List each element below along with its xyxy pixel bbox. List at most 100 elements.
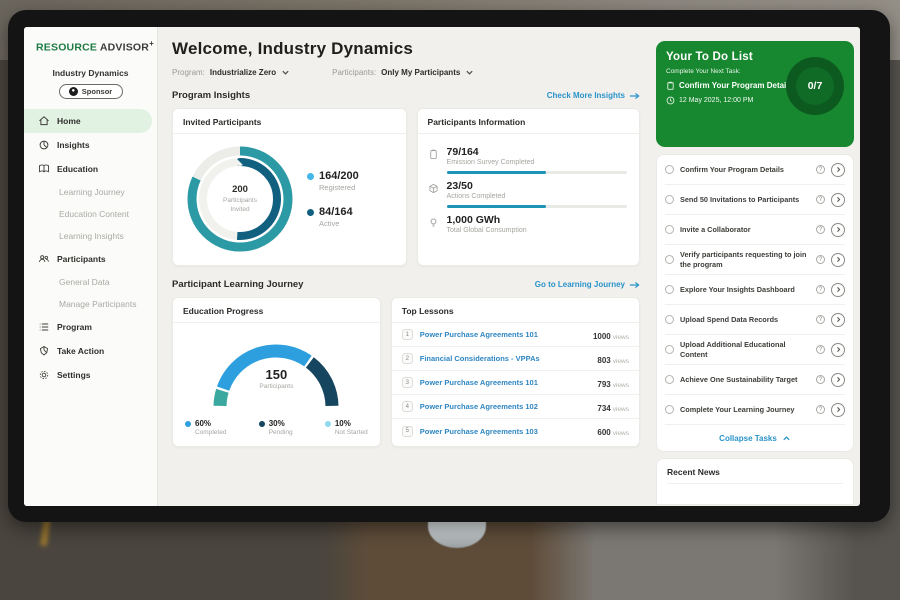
task-checkbox[interactable]: [665, 375, 674, 384]
take-action-icon: [38, 345, 50, 357]
sidebar-item-settings[interactable]: Settings: [24, 363, 157, 387]
settings-icon: [38, 369, 50, 381]
collapse-tasks-link[interactable]: Collapse Tasks: [665, 425, 845, 451]
go-to-learning-journey-link[interactable]: Go to Learning Journey: [535, 280, 640, 289]
info-icon[interactable]: ?: [816, 315, 825, 324]
gauge-center-value: 150: [196, 367, 356, 382]
sidebar-item-take-action[interactable]: Take Action: [24, 339, 157, 363]
task-checkbox[interactable]: [665, 315, 674, 324]
stat-box: 23/50Actions Completed: [428, 180, 627, 208]
lesson-title-link[interactable]: Financial Considerations - VPPAs: [420, 354, 591, 363]
completed-dot: [185, 421, 191, 427]
task-chevron-button[interactable]: [831, 403, 845, 417]
chevron-right-icon: [835, 406, 842, 413]
info-icon[interactable]: ?: [816, 195, 825, 204]
lesson-row[interactable]: 4Power Purchase Agreements 102734views: [392, 395, 639, 419]
participants-dropdown[interactable]: Participants: Only My Participants: [332, 68, 474, 77]
learning-journey-title: Participant Learning Journey: [172, 279, 303, 290]
active-value: 84/164: [319, 206, 353, 218]
task-checkbox[interactable]: [665, 195, 674, 204]
lesson-views: 734views: [597, 398, 629, 416]
info-icon[interactable]: ?: [816, 375, 825, 384]
lesson-title-link[interactable]: Power Purchase Agreements 102: [420, 402, 591, 411]
sidebar-item-label: Manage Participants: [59, 299, 137, 309]
sidebar-item-label: Program: [57, 322, 92, 332]
sidebar-item-learning-journey[interactable]: Learning Journey: [24, 181, 157, 203]
info-icon[interactable]: ?: [816, 345, 825, 354]
sidebar-item-education-content[interactable]: Education Content: [24, 203, 157, 225]
app-logo[interactable]: RESOURCE ADVISOR+: [24, 35, 157, 56]
task-row-explore-your-insights-dashboar[interactable]: Explore Your Insights Dashboard?: [665, 275, 845, 305]
check-more-insights-link[interactable]: Check More Insights: [547, 91, 640, 100]
sidebar-item-program[interactable]: Program: [24, 315, 157, 339]
lesson-views-label: views: [613, 406, 629, 413]
task-row-achieve-one-sustainability-tar[interactable]: Achieve One Sustainability Target?: [665, 365, 845, 395]
sidebar-item-label: Home: [57, 116, 81, 126]
info-icon[interactable]: ?: [816, 165, 825, 174]
info-icon[interactable]: ?: [816, 285, 825, 294]
chevron-right-icon: [835, 376, 842, 383]
info-icon[interactable]: ?: [816, 225, 825, 234]
chevron-right-icon: [835, 196, 842, 203]
task-row-complete-your-learning-journey[interactable]: Complete Your Learning Journey?: [665, 395, 845, 425]
recent-news-card: Recent News: [656, 458, 854, 505]
task-chevron-button[interactable]: [831, 373, 845, 387]
not-started-dot: [325, 421, 331, 427]
invited-legend: 164/200 Registered 84/164 Active: [307, 170, 359, 228]
lesson-row[interactable]: 2Financial Considerations - VPPAs803view…: [392, 347, 639, 371]
program-insights-title: Program Insights: [172, 90, 250, 101]
sidebar-item-manage-participants[interactable]: Manage Participants: [24, 293, 157, 315]
lesson-row[interactable]: 3Power Purchase Agreements 101793views: [392, 371, 639, 395]
invited-participants-card: Invited Participants 200 Participants In…: [172, 108, 407, 266]
sidebar-item-education[interactable]: Education: [24, 157, 157, 181]
lesson-title-link[interactable]: Power Purchase Agreements 103: [420, 427, 591, 436]
task-checkbox[interactable]: [665, 345, 674, 354]
donut-center-value: 200: [232, 184, 248, 195]
lesson-rank: 3: [402, 377, 413, 388]
task-row-upload-spend-data-records[interactable]: Upload Spend Data Records?: [665, 305, 845, 335]
sponsor-icon: ●: [69, 87, 78, 96]
gauge-center-label: Participants: [196, 383, 356, 390]
task-checkbox[interactable]: [665, 225, 674, 234]
task-chevron-button[interactable]: [831, 343, 845, 357]
task-row-upload-additional-educational-[interactable]: Upload Additional Educational Content?: [665, 335, 845, 365]
not-started-label: Not Started: [335, 429, 368, 436]
sidebar-item-label: Education: [57, 164, 98, 174]
info-icon[interactable]: ?: [816, 255, 825, 264]
task-chevron-button[interactable]: [831, 253, 845, 267]
task-chevron-button[interactable]: [831, 163, 845, 177]
sidebar-nav: Home Insights Education Learning JourneyEdu…: [24, 109, 157, 387]
task-row-send-50-invitations-to-partici[interactable]: Send 50 Invitations to Participants?: [665, 185, 845, 215]
org-name: Industry Dynamics: [24, 68, 157, 78]
task-row-invite-a-collaborator[interactable]: Invite a Collaborator?: [665, 215, 845, 245]
lesson-title-link[interactable]: Power Purchase Agreements 101: [420, 378, 591, 387]
sponsor-badge[interactable]: ● Sponsor: [59, 84, 123, 99]
collapse-tasks-label: Collapse Tasks: [719, 434, 777, 443]
chevron-right-icon: [835, 166, 842, 173]
active-label: Active: [319, 219, 353, 228]
sidebar-item-home[interactable]: Home: [24, 109, 152, 133]
task-chevron-button[interactable]: [831, 193, 845, 207]
task-label: Verify participants requesting to join t…: [680, 250, 810, 270]
task-checkbox[interactable]: [665, 165, 674, 174]
task-checkbox[interactable]: [665, 285, 674, 294]
task-chevron-button[interactable]: [831, 283, 845, 297]
task-chevron-button[interactable]: [831, 313, 845, 327]
info-icon[interactable]: ?: [816, 405, 825, 414]
task-chevron-button[interactable]: [831, 223, 845, 237]
task-checkbox[interactable]: [665, 405, 674, 414]
sidebar-item-learning-insights[interactable]: Learning Insights: [24, 225, 157, 247]
lesson-title-link[interactable]: Power Purchase Agreements 101: [420, 330, 586, 339]
task-row-confirm-your-program-details[interactable]: Confirm Your Program Details?: [665, 155, 845, 185]
sidebar-item-participants[interactable]: Participants: [24, 247, 157, 271]
sidebar-item-general-data[interactable]: General Data: [24, 271, 157, 293]
task-checkbox[interactable]: [665, 255, 674, 264]
todo-tasks-card: Confirm Your Program Details?Send 50 Inv…: [656, 154, 854, 452]
lesson-row[interactable]: 1Power Purchase Agreements 1011000views: [392, 323, 639, 347]
program-dropdown[interactable]: Program: Industrialize Zero: [172, 68, 290, 77]
stat-value: 1,000 GWh: [447, 214, 627, 226]
stat-label: Actions Completed: [447, 193, 627, 200]
lesson-row[interactable]: 5Power Purchase Agreements 103600views: [392, 419, 639, 443]
task-row-verify-participants-requesting[interactable]: Verify participants requesting to join t…: [665, 245, 845, 275]
sidebar-item-insights[interactable]: Insights: [24, 133, 157, 157]
